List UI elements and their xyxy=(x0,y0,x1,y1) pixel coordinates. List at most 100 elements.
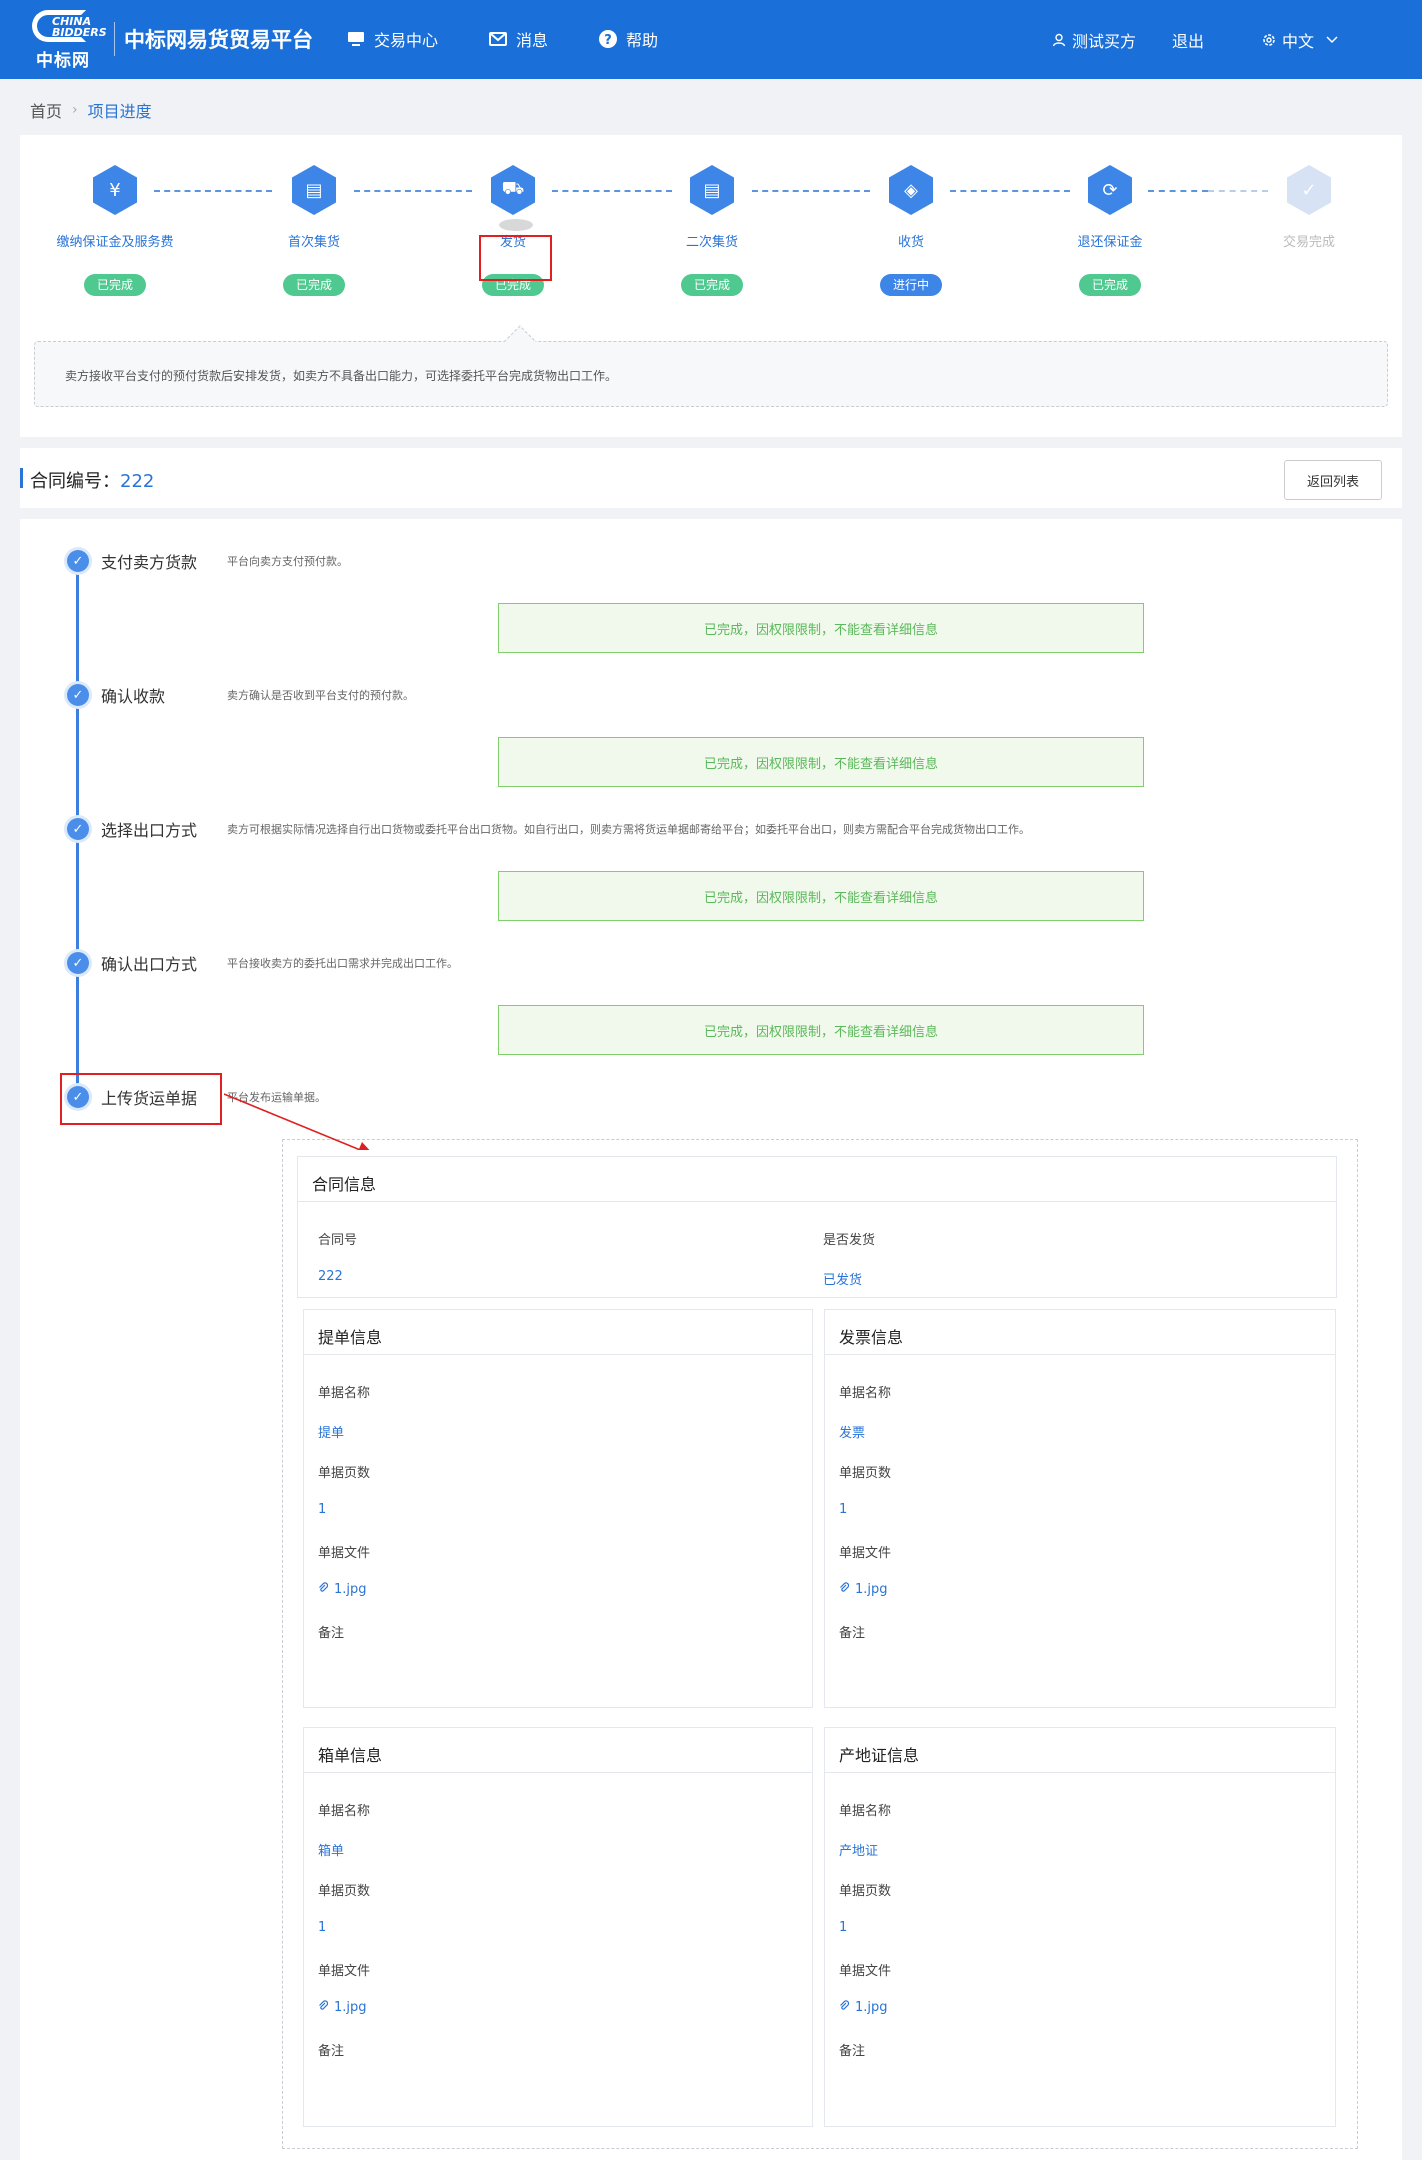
breadcrumb-home[interactable]: 首页 xyxy=(30,98,62,122)
contract-number-title: 合同编号：222 xyxy=(30,467,154,493)
file-link[interactable]: 1.jpg xyxy=(839,1582,888,1597)
step-status-badge: 已完成 xyxy=(1079,274,1141,296)
logo-subtext: CHINA BIDDERS xyxy=(52,15,107,39)
field-label: 是否发货 xyxy=(823,1233,876,1248)
deposit-icon: ¥ xyxy=(93,165,137,215)
timeline-title: 确认收款 xyxy=(101,687,166,706)
card-title: 提单信息 xyxy=(304,1310,812,1355)
logo-name: 中标网 xyxy=(36,51,90,71)
back-to-list-button[interactable]: 返回列表 xyxy=(1284,460,1382,500)
step-deposit[interactable]: ¥ 缴纳保证金及服务费 已完成 xyxy=(30,165,200,296)
file-name: 1.jpg xyxy=(855,2000,888,2015)
site-logo[interactable]: CHINA BIDDERS 中标网 xyxy=(30,6,107,71)
monitor-icon xyxy=(348,32,364,46)
step-receiving[interactable]: ◈ 收货 进行中 xyxy=(826,165,996,296)
timeline-desc: 卖方确认是否收到平台支付的预付款。 xyxy=(227,689,414,702)
step-label: 二次集货 xyxy=(685,235,738,250)
field-value: 箱单 xyxy=(318,1844,345,1859)
card-title: 箱单信息 xyxy=(304,1728,812,1773)
field-label: 单据页数 xyxy=(318,1466,371,1481)
nav-help[interactable]: ? 帮助 xyxy=(598,27,658,51)
file-name: 1.jpg xyxy=(334,1582,367,1597)
step-tip-box: 卖方接收平台支付的预付货款后安排发货，如卖方不具备出口能力，可选择委托平台完成货… xyxy=(34,341,1388,407)
file-link[interactable]: 1.jpg xyxy=(318,1582,367,1597)
step-label: 缴纳保证金及服务费 xyxy=(56,235,174,250)
nav-label: 消息 xyxy=(516,31,549,50)
card-title: 合同信息 xyxy=(298,1157,1336,1202)
step-complete[interactable]: ✓ 交易完成 xyxy=(1224,165,1394,252)
logout-link[interactable]: 退出 xyxy=(1172,28,1204,52)
logout-label: 退出 xyxy=(1172,32,1205,51)
timeline-status-box: 已完成，因权限限制，不能查看详细信息 xyxy=(498,737,1144,787)
card-title: 发票信息 xyxy=(825,1310,1335,1355)
nav-messages[interactable]: 消息 xyxy=(488,27,548,51)
refund-icon: ⟳ xyxy=(1088,165,1132,215)
step-label: 首次集货 xyxy=(287,235,340,250)
step-refund-deposit[interactable]: ⟳ 退还保证金 已完成 xyxy=(1025,165,1195,296)
timeline-desc: 卖方可根据实际情况选择自行出口货物或委托平台出口货物。如自行出口，则卖方需将货运… xyxy=(227,823,1030,836)
step-status-badge: 已完成 xyxy=(681,274,743,296)
field-label: 单据名称 xyxy=(318,1804,371,1819)
file-name: 1.jpg xyxy=(855,1582,888,1597)
breadcrumb-separator-icon: › xyxy=(72,102,78,118)
top-header: CHINA BIDDERS 中标网 中标网易货贸易平台 交易中心 消息 ? 帮助… xyxy=(0,0,1422,79)
contract-info-card: 合同信息 合同号 222 是否发货 已发货 xyxy=(297,1156,1337,1298)
field-value: 已发货 xyxy=(823,1273,863,1288)
title-accent-mark xyxy=(20,468,23,488)
file-link[interactable]: 1.jpg xyxy=(318,2000,367,2015)
language-select[interactable]: 中文 xyxy=(1262,28,1338,52)
contract-bar: 合同编号：222 返回列表 xyxy=(20,448,1402,508)
field-label: 备注 xyxy=(318,2044,345,2059)
file-name: 1.jpg xyxy=(334,2000,367,2015)
breadcrumb-current: 项目进度 xyxy=(87,102,152,121)
step-second-collection[interactable]: ▤ 二次集货 已完成 xyxy=(627,165,797,296)
site-title: 中标网易货贸易平台 xyxy=(124,28,313,52)
tip-pointer xyxy=(504,325,536,342)
progress-steps-panel: ¥ 缴纳保证金及服务费 已完成 ▤ 首次集货 已完成 ⛟ 发货 已完成 ▤ 二次… xyxy=(20,135,1402,437)
contract-number-label: 合同编号： xyxy=(30,471,120,492)
check-circle-icon: ✓ xyxy=(67,684,89,706)
paperclip-icon xyxy=(840,2000,849,2010)
field-label: 单据文件 xyxy=(839,1964,892,1979)
field-label: 合同号 xyxy=(318,1233,358,1248)
bill-of-lading-card: 提单信息 单据名称 提单 单据页数 1 单据文件 1.jpg 备注 xyxy=(303,1309,813,1708)
timeline-panel: ✓ 支付卖方货款 平台向卖方支付预付款。 已完成，因权限限制，不能查看详细信息 … xyxy=(20,519,1402,2160)
field-label: 单据页数 xyxy=(318,1884,371,1899)
header-divider xyxy=(114,22,115,56)
field-label: 单据文件 xyxy=(318,1964,371,1979)
paperclip-icon xyxy=(840,1582,849,1592)
field-label: 备注 xyxy=(839,1626,866,1641)
package-icon: ◈ xyxy=(889,165,933,215)
timeline-status-box: 已完成，因权限限制，不能查看详细信息 xyxy=(498,603,1144,653)
card-title: 产地证信息 xyxy=(825,1728,1335,1773)
file-link[interactable]: 1.jpg xyxy=(839,2000,888,2015)
step-first-collection[interactable]: ▤ 首次集货 已完成 xyxy=(229,165,399,296)
nav-trade-center[interactable]: 交易中心 xyxy=(346,27,438,51)
user-menu[interactable]: 测试买方 xyxy=(1052,28,1136,52)
nav-label: 帮助 xyxy=(626,31,659,50)
annotation-arrow-icon xyxy=(224,1093,370,1150)
chevron-down-icon xyxy=(1326,36,1338,44)
field-label: 单据页数 xyxy=(839,1466,892,1481)
field-value: 发票 xyxy=(839,1426,866,1441)
highlight-box-shipping xyxy=(479,235,552,281)
invoice-card: 发票信息 单据名称 发票 单据页数 1 单据文件 1.jpg 备注 xyxy=(824,1309,1336,1708)
step-status-badge: 已完成 xyxy=(84,274,146,296)
field-value: 1 xyxy=(318,1502,327,1517)
user-icon xyxy=(1052,33,1066,47)
paperclip-icon xyxy=(319,1582,328,1592)
paperclip-icon xyxy=(319,2000,328,2010)
field-value: 1 xyxy=(839,1920,848,1935)
field-value: 提单 xyxy=(318,1426,345,1441)
field-label: 单据文件 xyxy=(318,1546,371,1561)
timeline-title: 确认出口方式 xyxy=(101,955,198,974)
help-icon: ? xyxy=(599,30,617,48)
user-name: 测试买方 xyxy=(1072,32,1137,51)
step-tip-text: 卖方接收平台支付的预付货款后安排发货，如卖方不具备出口能力，可选择委托平台完成货… xyxy=(65,369,618,383)
step-label: 交易完成 xyxy=(1282,235,1335,250)
timeline-title: 选择出口方式 xyxy=(101,821,198,840)
field-label: 备注 xyxy=(318,1626,345,1641)
step-label: 退还保证金 xyxy=(1077,235,1143,250)
gear-icon xyxy=(1263,34,1275,46)
timeline-status-box: 已完成，因权限限制，不能查看详细信息 xyxy=(498,1005,1144,1055)
